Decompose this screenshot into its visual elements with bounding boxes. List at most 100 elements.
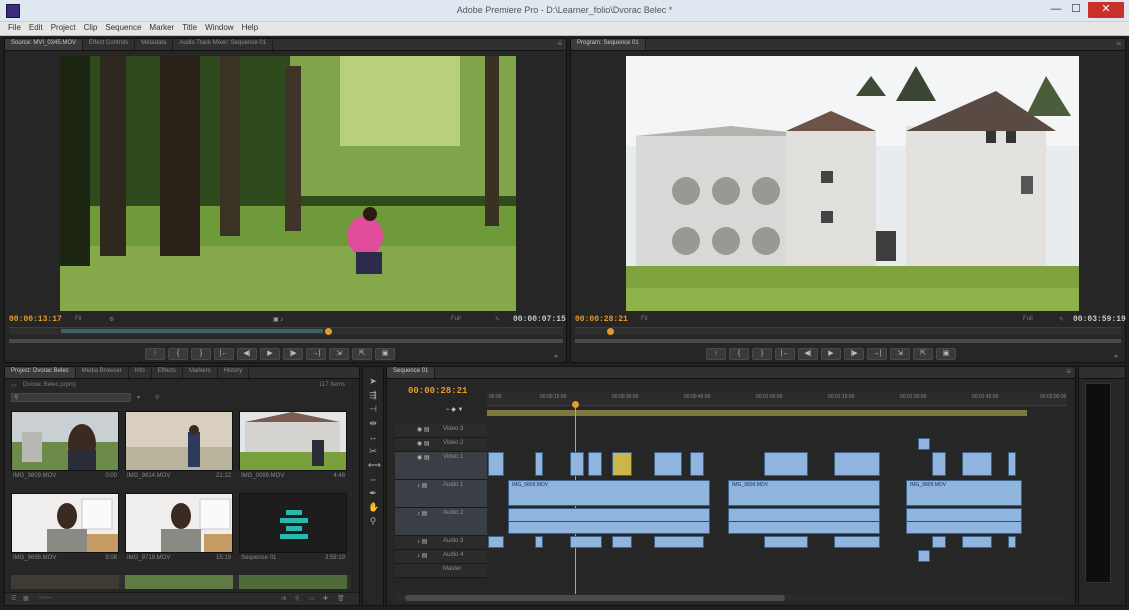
project-item[interactable]: IMG_9719.MOV 15:19 [125, 493, 233, 567]
find-icon[interactable]: ⚲ [155, 394, 159, 401]
track-header-a4[interactable]: ♪ ▤ Audio 4 [395, 550, 487, 564]
tab-effect-controls[interactable]: Effect Controls [83, 39, 136, 50]
menu-title[interactable]: Title [178, 22, 201, 32]
video-clip[interactable]: IMG_9809.MOV [906, 480, 1022, 506]
automate-icon[interactable]: ⇉ [281, 595, 286, 602]
audio-clip[interactable] [1008, 536, 1016, 548]
zoom-slider[interactable]: ○── [39, 595, 51, 601]
source-timecode[interactable]: 00:00:13:17 [9, 315, 62, 324]
go-to-out-button[interactable]: →| [306, 348, 326, 360]
menu-file[interactable]: File [0, 22, 25, 32]
track-header-v3[interactable]: ◉ ▤ Video 3 [395, 424, 487, 438]
step-forward-button[interactable]: |▶ [844, 348, 864, 360]
ripple-edit-tool-icon[interactable]: ⊣ [368, 404, 378, 414]
mark-in-button[interactable]: { [168, 348, 188, 360]
video-clip[interactable] [764, 452, 808, 476]
slide-tool-icon[interactable]: ⇔ [368, 474, 378, 484]
tab-markers[interactable]: Markers [183, 367, 218, 378]
timeline-scrollbar[interactable] [395, 594, 1065, 602]
video-clip[interactable] [488, 452, 504, 476]
source-settings-icon[interactable]: ✎ [495, 316, 500, 323]
tab-metadata[interactable]: Metadata [135, 39, 174, 50]
project-item[interactable]: IMG_9814.MOV 21:12 [125, 411, 233, 485]
mark-out-button[interactable]: } [191, 348, 211, 360]
tab-sequence-01[interactable]: Sequence 01 [387, 367, 436, 378]
project-item[interactable]: IMG_9698.MOV 9:08 [11, 493, 119, 567]
panel-menu-icon[interactable]: ≡ [557, 39, 562, 48]
speaker-icon[interactable]: ♪ ▤ [417, 482, 427, 489]
panel-menu-icon[interactable]: ≡ [1066, 367, 1071, 376]
source-scrollbar[interactable] [9, 339, 563, 343]
video-clip[interactable] [1008, 452, 1016, 476]
source-full-dropdown[interactable]: Full [451, 316, 461, 322]
menu-project[interactable]: Project [47, 22, 80, 32]
step-back-button[interactable]: ◀| [237, 348, 257, 360]
zoom-tool-icon[interactable]: ⚲ [368, 516, 378, 526]
snap-icon[interactable]: ⌁ ◆ ▼ [446, 406, 464, 413]
speaker-icon[interactable]: ♪ ▤ [417, 552, 427, 559]
project-item[interactable]: Sequence 01 3:59:19 [239, 493, 347, 567]
video-clip[interactable] [918, 438, 930, 450]
work-area-bar[interactable] [487, 410, 1027, 416]
track-select-tool-icon[interactable]: ⇶ [368, 390, 378, 400]
new-bin-icon[interactable]: ▭ [309, 595, 315, 602]
close-button[interactable]: ✕ [1088, 2, 1124, 18]
step-forward-button[interactable]: |▶ [283, 348, 303, 360]
icon-view-icon[interactable]: ▦ [23, 595, 29, 602]
video-clip[interactable] [834, 452, 880, 476]
source-expand-icon[interactable]: ➜ [553, 353, 558, 360]
program-settings-icon[interactable]: ✎ [1059, 316, 1064, 323]
program-video-frame[interactable] [626, 56, 1079, 311]
program-playhead[interactable] [607, 328, 614, 335]
video-clip[interactable] [690, 452, 704, 476]
video-clip[interactable] [962, 452, 992, 476]
program-timecode[interactable]: 00:00:28:21 [575, 315, 628, 324]
audio-clip[interactable] [906, 508, 1022, 534]
pen-tool-icon[interactable]: ✒ [368, 488, 378, 498]
tab-source[interactable]: Source: MVI_0345.MOV [5, 39, 84, 50]
project-item[interactable]: IMG_0089.MOV 4:48 [239, 411, 347, 485]
tab-effects[interactable]: Effects [152, 367, 183, 378]
source-fit-dropdown[interactable]: Fit [75, 316, 82, 322]
source-video-frame[interactable] [60, 56, 516, 311]
program-zoom-bar[interactable] [575, 327, 1121, 335]
step-back-button[interactable]: ◀| [798, 348, 818, 360]
trash-icon[interactable]: 🗑 [337, 595, 345, 602]
go-to-in-button[interactable]: |← [775, 348, 795, 360]
audio-clip[interactable] [535, 536, 543, 548]
tab-project[interactable]: Project: Dvorac Belec [5, 367, 76, 378]
timeline-scroll-thumb[interactable] [405, 595, 785, 601]
video-clip[interactable]: IMG_9809.MOV [728, 480, 880, 506]
audio-clip[interactable] [488, 536, 504, 548]
video-clip[interactable] [535, 452, 543, 476]
tab-info[interactable]: Info [129, 367, 152, 378]
hand-tool-icon[interactable]: ✋ [368, 502, 379, 512]
panel-menu-icon[interactable]: ≡ [1116, 39, 1121, 48]
search-input[interactable] [11, 393, 131, 402]
video-clip[interactable] [588, 452, 602, 476]
go-to-out-button[interactable]: →| [867, 348, 887, 360]
eye-icon[interactable]: ◉ ▤ [417, 454, 430, 461]
tab-audio-mixer[interactable]: Audio Track Mixer: Sequence 01 [173, 39, 274, 50]
tab-media-browser[interactable]: Media Browser [76, 367, 129, 378]
maximize-button[interactable]: ☐ [1066, 2, 1086, 18]
video-clip[interactable] [612, 452, 632, 476]
audio-clip[interactable] [962, 536, 992, 548]
tab-history[interactable]: History [218, 367, 250, 378]
rate-stretch-tool-icon[interactable]: ↔ [368, 432, 378, 442]
list-view-icon[interactable]: ☰ [11, 595, 16, 602]
audio-clip[interactable] [654, 536, 704, 548]
audio-clip[interactable] [834, 536, 880, 548]
program-full-dropdown[interactable]: Full [1023, 316, 1033, 322]
audio-clip[interactable] [728, 508, 880, 534]
track-header-v2[interactable]: ◉ ▤ Video 2 [395, 438, 487, 452]
add-marker-button[interactable]: ⁝ [706, 348, 726, 360]
source-playhead[interactable] [325, 328, 332, 335]
track-header-a2[interactable]: ♪ ▤ Audio 2 [395, 508, 487, 536]
program-expand-icon[interactable]: ➜ [1113, 353, 1118, 360]
program-scrollbar[interactable] [575, 339, 1121, 343]
in-dropdown[interactable]: ▾ [137, 394, 140, 401]
track-header-a3[interactable]: ♪ ▤ Audio 3 [395, 536, 487, 550]
extract-button[interactable]: ⇱ [913, 348, 933, 360]
menu-window[interactable]: Window [201, 22, 237, 32]
